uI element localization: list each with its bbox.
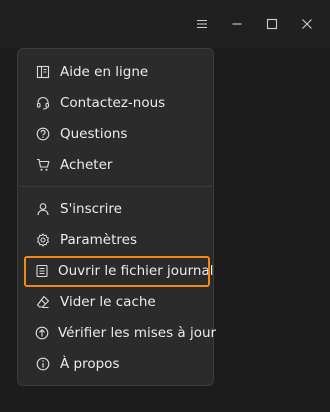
menu-item-settings[interactable]: Paramètres <box>26 225 207 255</box>
menu-item-label: Acheter <box>60 157 113 173</box>
menu-item-online-help[interactable]: Aide en ligne <box>26 57 207 87</box>
update-icon <box>35 325 49 341</box>
menu-item-label: S'inscrire <box>60 201 122 217</box>
menu-item-questions[interactable]: Questions <box>26 119 207 149</box>
menu-item-label: À propos <box>60 356 120 372</box>
menu-item-label: Vérifier les mises à jour <box>58 325 217 341</box>
menu-item-contact-us[interactable]: Contactez-nous <box>26 88 207 118</box>
menu-item-label: Paramètres <box>60 232 137 248</box>
menu-item-label: Vider le cache <box>60 294 156 310</box>
menu-item-label: Aide en ligne <box>60 64 149 80</box>
info-icon <box>35 356 51 372</box>
highlight-frame <box>24 256 210 287</box>
cart-icon <box>35 157 51 173</box>
user-icon <box>35 201 51 217</box>
close-icon[interactable] <box>297 14 317 34</box>
menu-item-label: Questions <box>60 126 128 142</box>
eraser-icon <box>35 294 51 310</box>
book-icon <box>35 64 51 80</box>
headset-icon <box>35 95 51 111</box>
gear-icon <box>35 232 51 248</box>
maximize-icon[interactable] <box>262 14 282 34</box>
minimize-icon[interactable] <box>227 14 247 34</box>
menu-item-clear-cache[interactable]: Vider le cache <box>26 287 207 317</box>
dropdown-menu: Aide en ligne Contactez-nous Questions A… <box>17 48 216 386</box>
menu-separator <box>19 186 212 187</box>
menu-item-sign-up[interactable]: S'inscrire <box>26 194 207 224</box>
menu-item-about[interactable]: À propos <box>26 349 207 379</box>
menu-icon[interactable] <box>192 14 212 34</box>
question-icon <box>35 126 51 142</box>
title-bar <box>0 0 330 48</box>
menu-item-check-updates[interactable]: Vérifier les mises à jour <box>26 318 216 348</box>
menu-item-label: Contactez-nous <box>60 95 166 111</box>
menu-item-buy[interactable]: Acheter <box>26 150 207 180</box>
